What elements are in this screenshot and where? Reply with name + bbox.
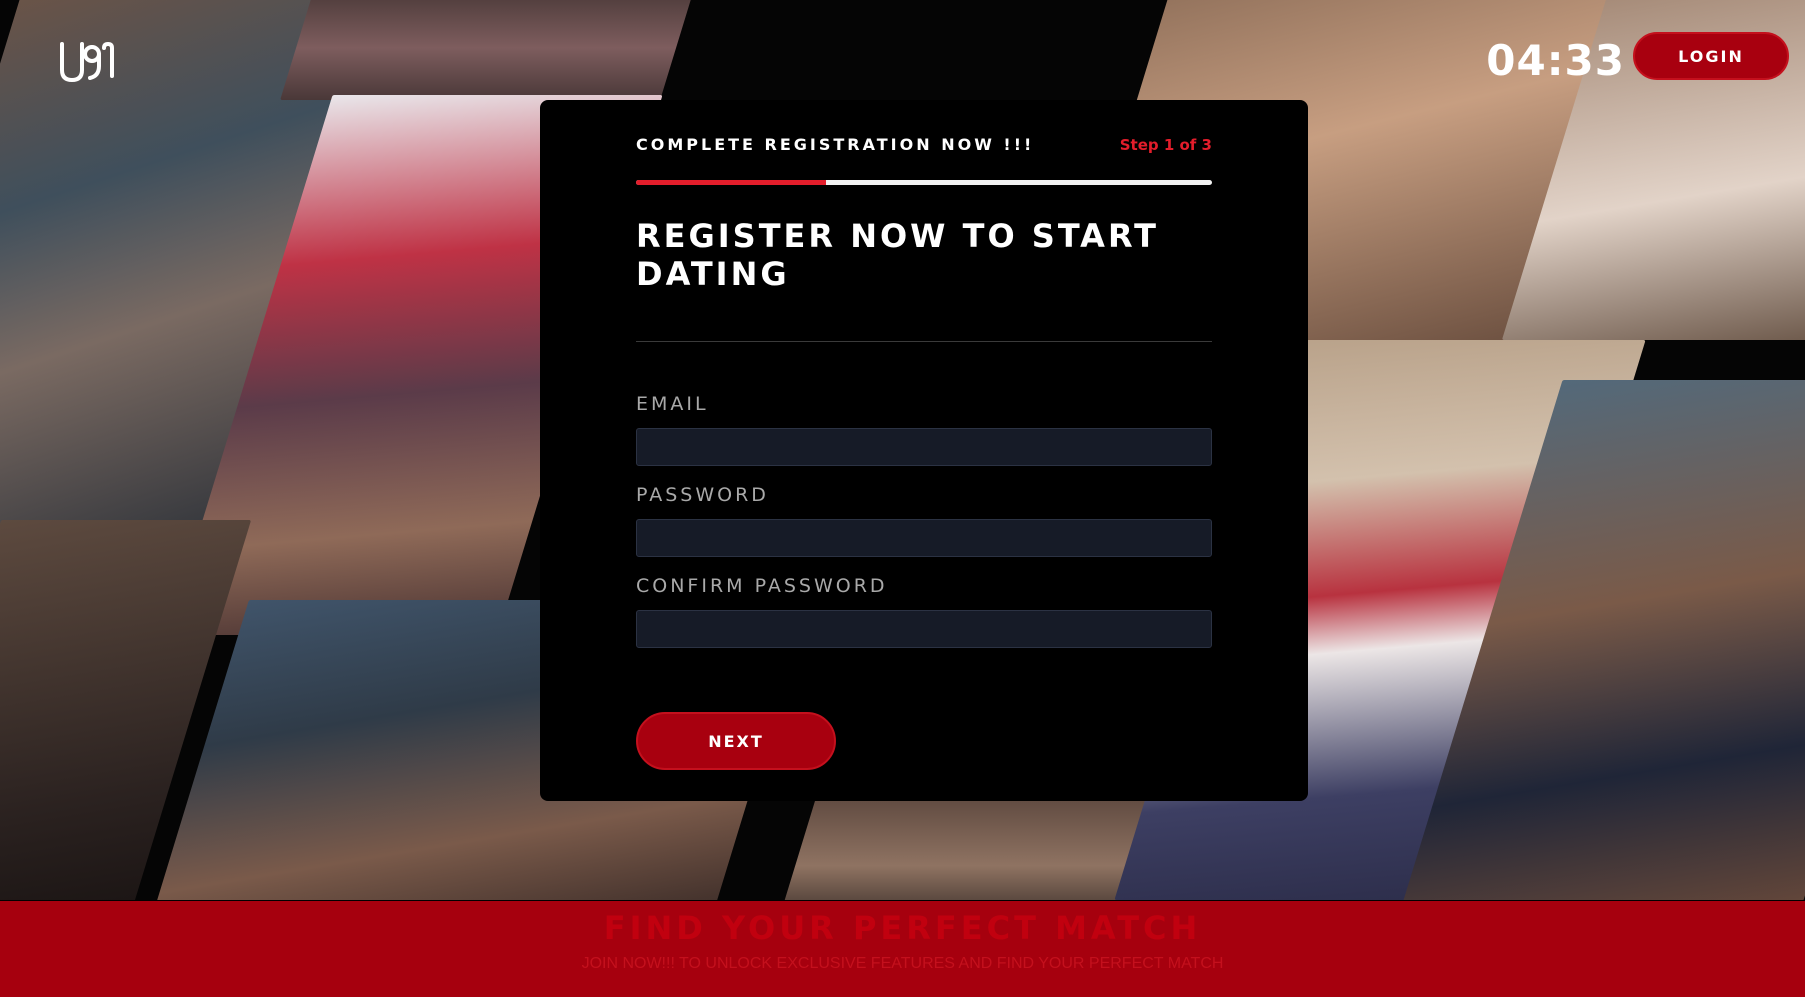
footer-title: FIND YOUR PERFECT MATCH — [603, 909, 1202, 947]
email-field[interactable] — [636, 428, 1212, 466]
site-logo[interactable] — [58, 40, 114, 84]
registration-banner: COMPLETE REGISTRATION NOW !!! — [636, 135, 1035, 154]
footer-banner: FIND YOUR PERFECT MATCH JOIN NOW!!! TO U… — [0, 901, 1805, 997]
countdown-timer: 04:33 — [1486, 36, 1625, 85]
progress-bar — [636, 180, 1212, 185]
password-label: PASSWORD — [636, 484, 769, 506]
registration-card: COMPLETE REGISTRATION NOW !!! Step 1 of … — [540, 100, 1308, 801]
progress-bar-fill — [636, 180, 827, 185]
background-photo — [280, 0, 700, 100]
next-button[interactable]: NEXT — [636, 712, 836, 770]
password-field[interactable] — [636, 519, 1212, 557]
divider — [636, 341, 1212, 342]
footer-subtitle: JOIN NOW!!! TO UNLOCK EXCLUSIVE FEATURES… — [581, 955, 1224, 972]
step-header: COMPLETE REGISTRATION NOW !!! Step 1 of … — [636, 135, 1212, 155]
email-label: EMAIL — [636, 393, 709, 415]
login-button[interactable]: LOGIN — [1633, 32, 1789, 80]
confirm-password-field[interactable] — [636, 610, 1212, 648]
logo-icon — [60, 41, 114, 83]
confirm-password-label: CONFIRM PASSWORD — [636, 575, 888, 597]
page-title: REGISTER NOW TO START DATING — [636, 217, 1159, 293]
step-indicator: Step 1 of 3 — [1119, 136, 1212, 154]
